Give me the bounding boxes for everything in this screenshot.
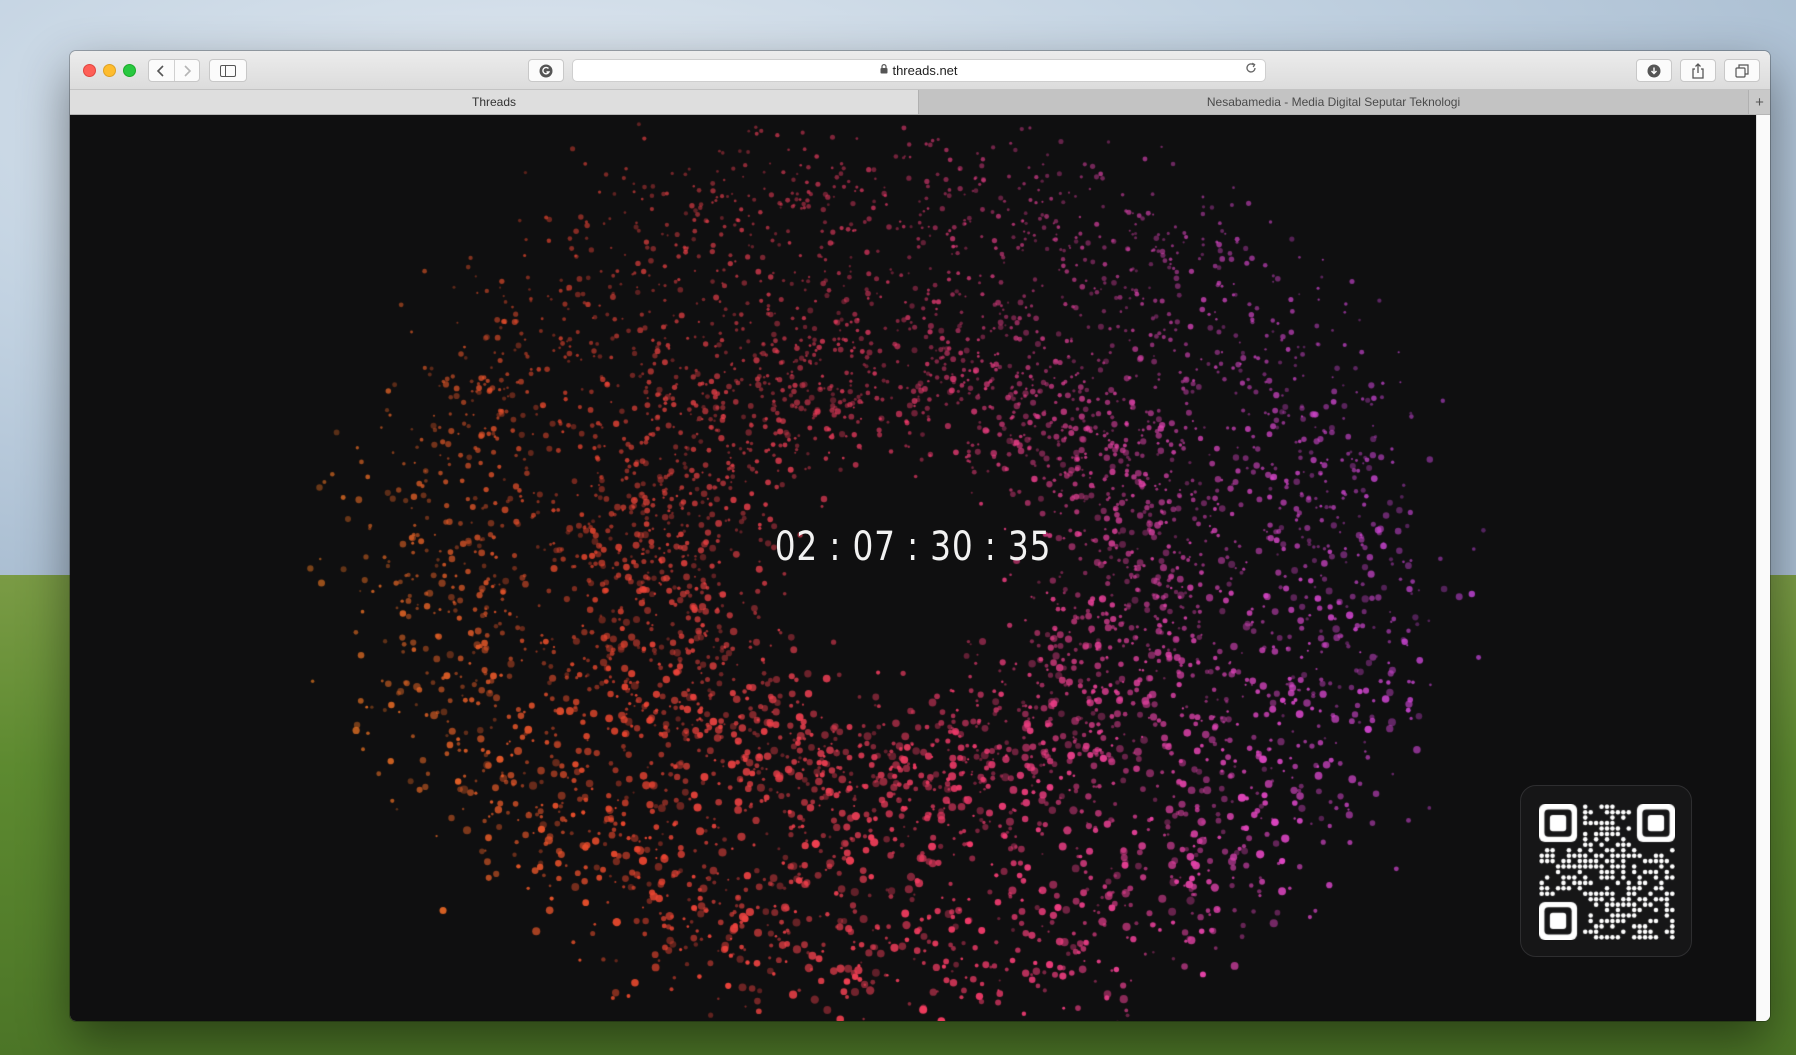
sidebar-button[interactable] xyxy=(209,59,247,82)
qr-code-icon xyxy=(1539,804,1675,940)
tab-label: Threads xyxy=(471,95,517,109)
grammarly-icon xyxy=(539,64,553,77)
tab-nesabamedia[interactable]: Nesabamedia - Media Digital Seputar Tekn… xyxy=(919,90,1749,114)
downloads-button[interactable] xyxy=(1636,59,1672,82)
chevron-left-icon xyxy=(157,64,164,77)
close-window-button[interactable] xyxy=(83,64,96,77)
countdown-timer: 02 : 07 : 30 : 35 xyxy=(774,524,1052,570)
tab-overview-icon xyxy=(1735,63,1749,78)
extension-button[interactable] xyxy=(528,59,564,82)
tab-bar: Threads Nesabamedia - Media Digital Sepu… xyxy=(70,90,1770,115)
back-button[interactable] xyxy=(149,60,174,81)
share-button[interactable] xyxy=(1680,59,1716,82)
sidebar-icon xyxy=(220,64,236,77)
download-icon xyxy=(1647,64,1661,77)
navigation-buttons xyxy=(148,59,200,82)
scrollbar[interactable] xyxy=(1756,115,1770,1021)
lock-icon xyxy=(880,64,888,77)
url-text: threads.net xyxy=(892,63,958,78)
minimize-window-button[interactable] xyxy=(103,64,116,77)
tab-overview-button[interactable] xyxy=(1724,59,1760,82)
forward-button[interactable] xyxy=(173,60,200,81)
new-tab-button[interactable]: + xyxy=(1749,90,1770,114)
qr-code-card[interactable] xyxy=(1520,785,1692,957)
reload-icon[interactable] xyxy=(1245,62,1257,77)
browser-window: threads.net Threads Nesabamedia - Media … xyxy=(70,51,1770,1021)
address-bar[interactable]: threads.net xyxy=(572,59,1266,82)
tab-threads[interactable]: Threads xyxy=(70,90,919,114)
share-icon xyxy=(1692,62,1704,79)
chevron-right-icon xyxy=(184,64,191,77)
page-content: 02 : 07 : 30 : 35 xyxy=(70,115,1756,1021)
browser-toolbar: threads.net xyxy=(70,51,1770,90)
maximize-window-button[interactable] xyxy=(123,64,136,77)
tab-label: Nesabamedia - Media Digital Seputar Tekn… xyxy=(1206,95,1461,109)
